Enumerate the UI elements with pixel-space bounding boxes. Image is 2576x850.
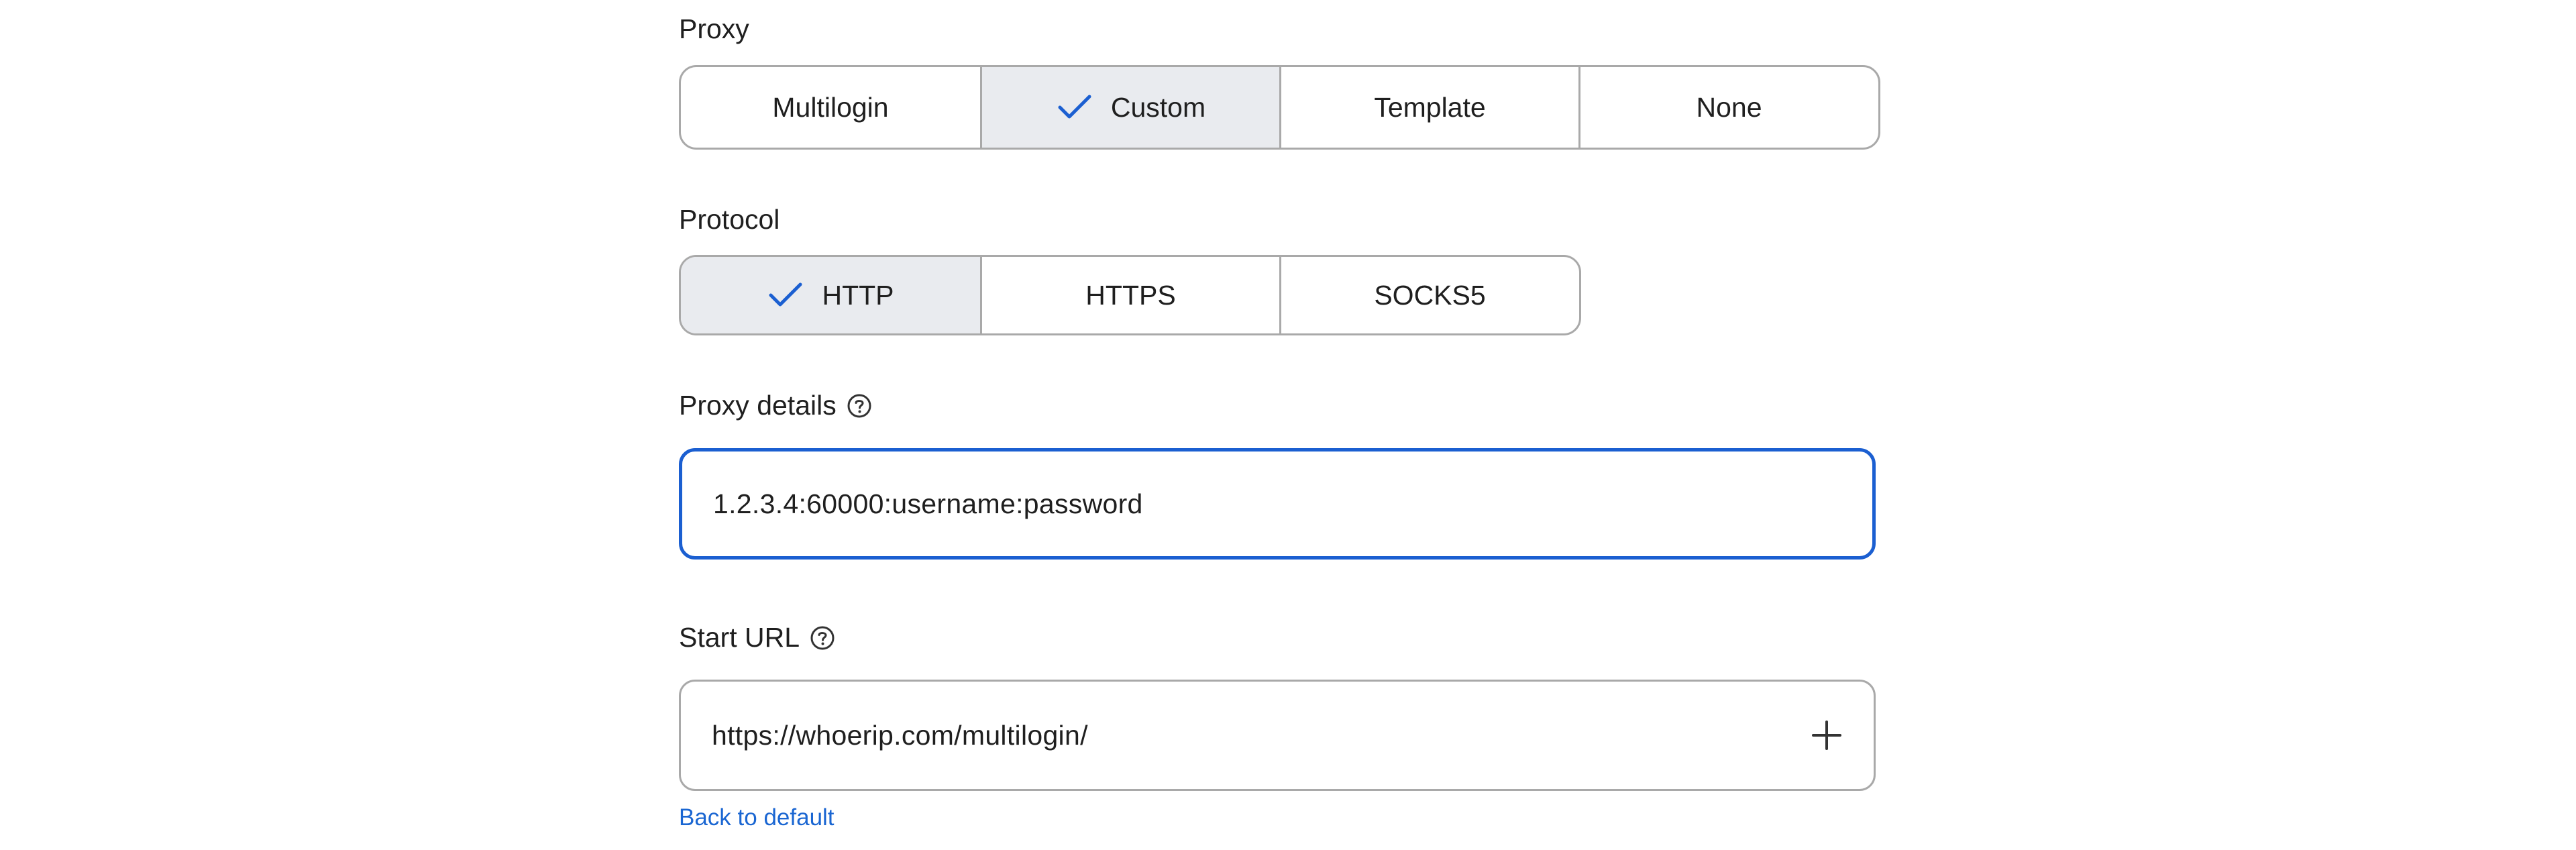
proxy-option-multilogin[interactable]: Multilogin (681, 67, 980, 148)
question-circle-icon[interactable] (809, 625, 836, 651)
proxy-label: Proxy (679, 13, 749, 44)
proxy-option-template[interactable]: Template (1279, 67, 1578, 148)
check-icon (1056, 91, 1093, 123)
proxy-details-value[interactable]: 1.2.3.4:60000:username:password (713, 488, 1872, 520)
start-url-label: Start URL (679, 624, 836, 651)
proxy-option-none[interactable]: None (1578, 67, 1878, 148)
start-url-input[interactable]: https://whoerip.com/multilogin/ (679, 680, 1876, 791)
plus-icon[interactable] (1809, 718, 1844, 753)
protocol-segmented-control: HTTP HTTPS SOCKS5 (679, 255, 1581, 335)
back-to-default-link[interactable]: Back to default (679, 804, 835, 831)
proxy-type-segmented-control: Multilogin Custom Template None (679, 65, 1880, 150)
protocol-option-https[interactable]: HTTPS (980, 257, 1279, 333)
check-icon (767, 279, 804, 311)
start-url-value[interactable]: https://whoerip.com/multilogin/ (712, 720, 1809, 751)
question-circle-icon[interactable] (846, 392, 873, 419)
protocol-option-http[interactable]: HTTP (681, 257, 980, 333)
protocol-option-socks5[interactable]: SOCKS5 (1279, 257, 1578, 333)
proxy-option-custom[interactable]: Custom (980, 67, 1279, 148)
proxy-settings-panel: Proxy Multilogin Custom Template None Pr… (0, 0, 2576, 850)
protocol-label: Protocol (679, 204, 780, 235)
proxy-details-label: Proxy details (679, 392, 873, 419)
proxy-details-input[interactable]: 1.2.3.4:60000:username:password (679, 448, 1876, 560)
